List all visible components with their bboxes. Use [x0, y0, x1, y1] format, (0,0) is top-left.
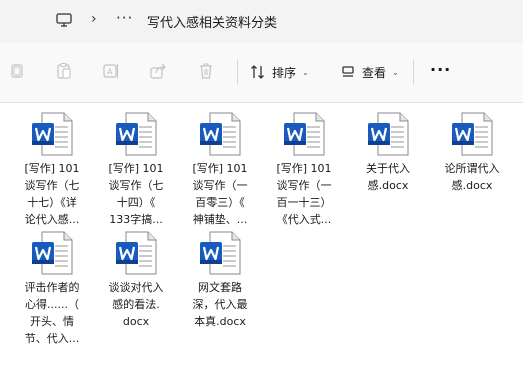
command-bar: A 排序 ⌄ 查看 ⌄ ··· [0, 42, 523, 103]
address-bar: › ··· 写代入感相关资料分类 [0, 0, 523, 42]
file-name: 网文套路 深，代入最 本真.docx [192, 281, 248, 328]
word-document-icon [364, 111, 412, 157]
breadcrumb-separator[interactable]: › [91, 11, 97, 27]
file-item[interactable]: 评击作者的 心得......（ 开头、情 节、代入... [12, 230, 92, 347]
toolbar-divider [413, 60, 414, 84]
file-item[interactable]: 关于代入 感.docx [348, 111, 428, 194]
view-button[interactable]: 查看 ⌄ [340, 61, 399, 83]
file-name: [写作] 101 谈写作（七 十七）《详 论代入感... [24, 162, 80, 226]
file-item[interactable]: [写作] 101 谈写作（一 百一十三） 《代入式... [264, 111, 344, 228]
chevron-down-icon: ⌄ [392, 67, 399, 77]
this-pc-icon[interactable] [56, 12, 72, 31]
file-item[interactable]: 谈谈对代入 感的看法. docx [96, 230, 176, 330]
file-name: 评击作者的 心得......（ 开头、情 节、代入... [24, 281, 80, 345]
sort-label: 排序 [272, 65, 297, 80]
file-item[interactable]: 论所谓代入 感.docx [432, 111, 512, 194]
file-item[interactable]: [写作] 101 谈写作（一 百零三）《 神铺垫、... [180, 111, 260, 228]
file-name: [写作] 101 谈写作（一 百一十三） 《代入式... [276, 162, 332, 226]
word-document-icon [280, 111, 328, 157]
file-grid: [写作] 101 谈写作（七 十七）《详 论代入感... [写作] 101 谈写作… [0, 103, 523, 368]
breadcrumb-current-folder[interactable]: 写代入感相关资料分类 [147, 12, 277, 31]
breadcrumb-overflow-button[interactable]: ··· [116, 9, 133, 27]
share-icon[interactable] [149, 62, 167, 80]
view-icon [342, 66, 354, 77]
cut-icon[interactable] [8, 62, 26, 80]
word-document-icon [112, 111, 160, 157]
view-label: 查看 [362, 65, 387, 80]
chevron-down-icon: ⌄ [302, 67, 309, 77]
file-item[interactable]: 网文套路 深，代入最 本真.docx [180, 230, 260, 330]
more-options-button[interactable]: ··· [430, 60, 451, 79]
word-document-icon [28, 111, 76, 157]
file-item[interactable]: [写作] 101 谈写作（七 十七）《详 论代入感... [12, 111, 92, 228]
word-document-icon [112, 230, 160, 276]
file-name: [写作] 101 谈写作（一 百零三）《 神铺垫、... [192, 162, 248, 226]
word-document-icon [448, 111, 496, 157]
toolbar-divider [237, 60, 238, 84]
rename-icon[interactable]: A [102, 62, 120, 80]
file-name: 论所谓代入 感.docx [444, 162, 500, 192]
svg-text:A: A [107, 68, 113, 77]
word-document-icon [28, 230, 76, 276]
word-document-icon [196, 230, 244, 276]
file-name: 关于代入 感.docx [366, 162, 410, 192]
sort-icon [251, 65, 264, 79]
file-name: [写作] 101 谈写作（七 十四）《 133字搞... [108, 162, 164, 226]
sort-button[interactable]: 排序 ⌄ [250, 61, 309, 83]
paste-icon[interactable] [55, 62, 73, 80]
delete-icon[interactable] [197, 62, 215, 80]
file-name: 谈谈对代入 感的看法. docx [108, 281, 164, 328]
file-item[interactable]: [写作] 101 谈写作（七 十四）《 133字搞... [96, 111, 176, 228]
word-document-icon [196, 111, 244, 157]
